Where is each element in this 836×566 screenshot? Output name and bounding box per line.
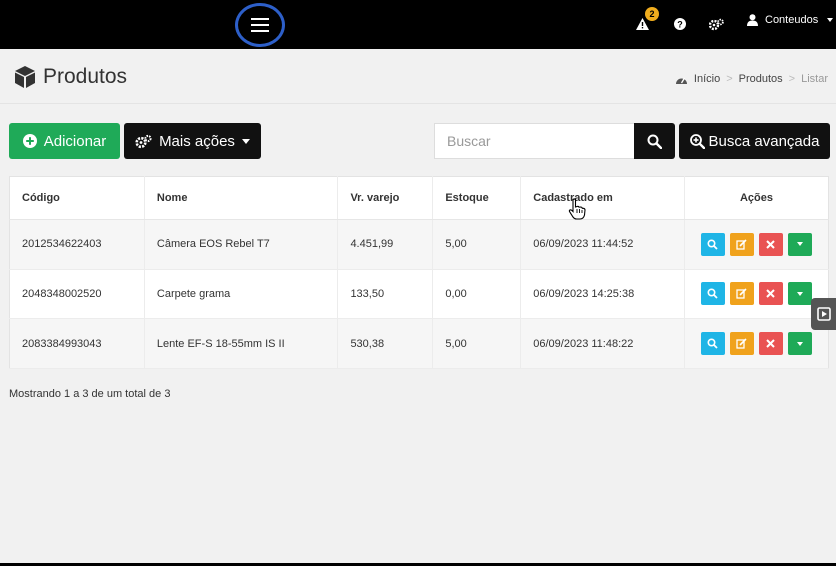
breadcrumb-current: Listar [801, 73, 828, 85]
settings-button[interactable] [709, 16, 724, 32]
search-button[interactable] [634, 123, 675, 159]
view-button[interactable] [700, 282, 725, 306]
user-icon [747, 14, 758, 26]
cell-cadastrado: 06/09/2023 11:44:52 [520, 219, 685, 270]
row-more-button[interactable] [787, 332, 812, 356]
view-button[interactable] [700, 232, 725, 256]
user-name: Conteudos [765, 14, 819, 26]
column-header-estoque[interactable]: Estoque [432, 176, 522, 220]
dashboard-icon [675, 77, 687, 84]
more-actions-button[interactable]: Mais ações [124, 123, 261, 159]
cell-codigo: 2083384993043 [9, 318, 145, 369]
cell-varejo: 530,38 [337, 318, 434, 369]
search-input[interactable] [434, 123, 635, 159]
gears-icon [709, 18, 724, 30]
search-plus-icon [689, 133, 705, 149]
chevron-down-icon [827, 18, 834, 22]
edit-button[interactable] [729, 282, 754, 306]
add-button-label: Adicionar [43, 132, 107, 150]
close-icon [766, 240, 776, 249]
search-icon [707, 239, 719, 250]
cell-estoque: 0,00 [432, 269, 522, 320]
column-header-nome[interactable]: Nome [144, 176, 339, 220]
row-more-button[interactable] [787, 232, 812, 256]
cell-actions [684, 219, 829, 270]
breadcrumb-produtos-link[interactable]: Produtos [739, 73, 783, 85]
row-more-button[interactable] [787, 282, 812, 306]
header-divider [0, 103, 836, 104]
view-button[interactable] [700, 332, 725, 356]
page-title: Produtos [13, 65, 127, 89]
search-icon [647, 134, 662, 149]
edit-icon [736, 288, 748, 300]
delete-button[interactable] [758, 332, 783, 356]
cell-cadastrado: 06/09/2023 14:25:38 [520, 269, 685, 320]
edit-icon [736, 338, 748, 349]
search-icon [707, 288, 719, 300]
cell-cadastrado: 06/09/2023 11:48:22 [520, 318, 685, 369]
pagination-summary: Mostrando 1 a 3 de um total de 3 [9, 388, 171, 400]
menu-toggle-button[interactable] [235, 3, 285, 47]
breadcrumb-home-link[interactable]: Início [694, 73, 720, 85]
cell-estoque: 5,00 [432, 318, 522, 369]
warning-icon [636, 18, 649, 30]
delete-button[interactable] [758, 282, 783, 306]
column-header-varejo[interactable]: Vr. varejo [337, 176, 434, 220]
chevron-down-icon [241, 138, 250, 144]
edit-button[interactable] [729, 232, 754, 256]
cell-nome: Lente EF-S 18-55mm IS II [144, 318, 339, 369]
cell-nome: Carpete grama [144, 269, 339, 320]
notification-count-badge: 2 [645, 7, 659, 21]
column-header-acoes: Ações [684, 176, 829, 220]
cell-nome: Câmera EOS Rebel T7 [144, 219, 339, 270]
play-square-icon [816, 307, 831, 321]
cell-estoque: 5,00 [432, 219, 522, 270]
delete-button[interactable] [758, 232, 783, 256]
search-icon [707, 338, 719, 349]
breadcrumb-separator: > [726, 73, 733, 85]
cell-actions [684, 269, 829, 320]
cube-icon [15, 66, 35, 88]
breadcrumb-separator: > [788, 73, 796, 85]
cell-actions [684, 318, 829, 369]
cell-codigo: 2048348002520 [9, 269, 145, 320]
close-icon [766, 289, 776, 299]
gears-icon [135, 134, 152, 148]
hamburger-icon [251, 18, 269, 32]
chevron-down-icon [796, 242, 803, 247]
table-row[interactable]: 2048348002520 Carpete grama 133,50 0,00 … [9, 269, 829, 320]
chevron-down-icon [796, 291, 803, 296]
table-header-row: Código Nome Vr. varejo Estoque Cadastrad… [9, 176, 829, 220]
table-row[interactable]: 2012534622403 Câmera EOS Rebel T7 4.451,… [9, 219, 829, 270]
breadcrumb: Início > Produtos > Listar [675, 73, 828, 85]
top-navbar: 2 ? Conteudos [0, 0, 836, 49]
mouse-cursor-icon [568, 198, 586, 225]
svg-text:?: ? [677, 20, 683, 30]
plus-circle-icon [22, 134, 37, 148]
more-actions-label: Mais ações [159, 132, 235, 150]
page-title-text: Produtos [43, 65, 128, 88]
cell-varejo: 4.451,99 [337, 219, 434, 270]
cell-varejo: 133,50 [337, 269, 434, 320]
user-menu[interactable]: Conteudos [747, 14, 834, 26]
advanced-search-label: Busca avançada [708, 132, 820, 150]
question-circle-icon: ? [674, 18, 686, 30]
add-button[interactable]: Adicionar [9, 123, 120, 159]
cell-codigo: 2012534622403 [9, 219, 145, 270]
column-header-codigo[interactable]: Código [9, 176, 145, 220]
chevron-down-icon [796, 341, 803, 346]
edit-icon [736, 239, 748, 250]
advanced-search-button[interactable]: Busca avançada [679, 123, 830, 159]
side-panel-toggle[interactable] [811, 298, 836, 330]
help-button[interactable]: ? [674, 16, 686, 32]
column-header-cadastrado[interactable]: Cadastrado em [520, 176, 685, 220]
edit-button[interactable] [729, 332, 754, 356]
close-icon [766, 339, 776, 348]
table-row[interactable]: 2083384993043 Lente EF-S 18-55mm IS II 5… [9, 318, 829, 369]
products-table: Código Nome Vr. varejo Estoque Cadastrad… [9, 176, 829, 369]
